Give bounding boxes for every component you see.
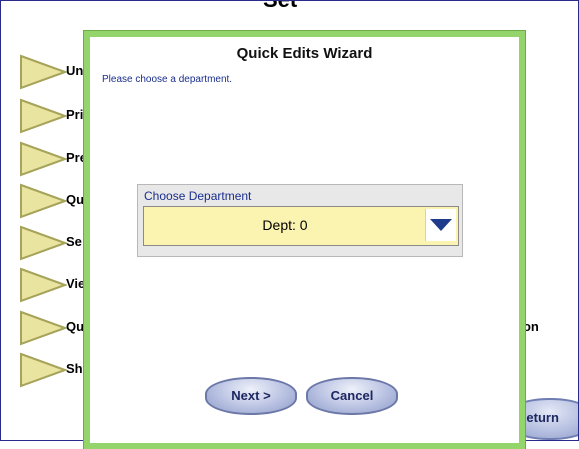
next-button[interactable]: Next > [205, 377, 297, 415]
side-item-label: Vie [66, 276, 86, 291]
triangle-arrow-icon [20, 267, 67, 303]
dropdown-button[interactable] [425, 209, 456, 241]
side-item-label: Pri [66, 107, 84, 122]
triangle-arrow-icon [20, 54, 67, 90]
triangle-arrow-icon [20, 141, 67, 177]
quick-edits-wizard-dialog: Quick Edits Wizard Please choose a depar… [84, 31, 525, 449]
chevron-down-icon [430, 219, 452, 231]
department-value: Dept: 0 [262, 217, 308, 233]
triangle-arrow-icon [20, 352, 67, 388]
dialog-prompt: Please choose a department. [102, 74, 233, 85]
triangle-arrow-icon [20, 225, 67, 261]
side-item-label: Qu [66, 192, 85, 207]
dialog-title: Quick Edits Wizard [236, 45, 373, 62]
cancel-button[interactable]: Cancel [306, 377, 398, 415]
triangle-arrow-icon [20, 98, 67, 134]
triangle-arrow-icon [20, 310, 67, 346]
department-select[interactable]: Dept: 0 [143, 206, 459, 246]
side-item-label: Qu [66, 319, 85, 334]
side-item-label: Sh [66, 361, 83, 376]
department-label: Choose Department [144, 189, 252, 203]
side-item-label: Un [66, 63, 84, 78]
triangle-arrow-icon [20, 183, 67, 219]
department-chooser: Choose Department Dept: 0 [137, 184, 463, 257]
background-title: Set [263, 1, 297, 13]
side-item-label: Se [66, 234, 82, 249]
